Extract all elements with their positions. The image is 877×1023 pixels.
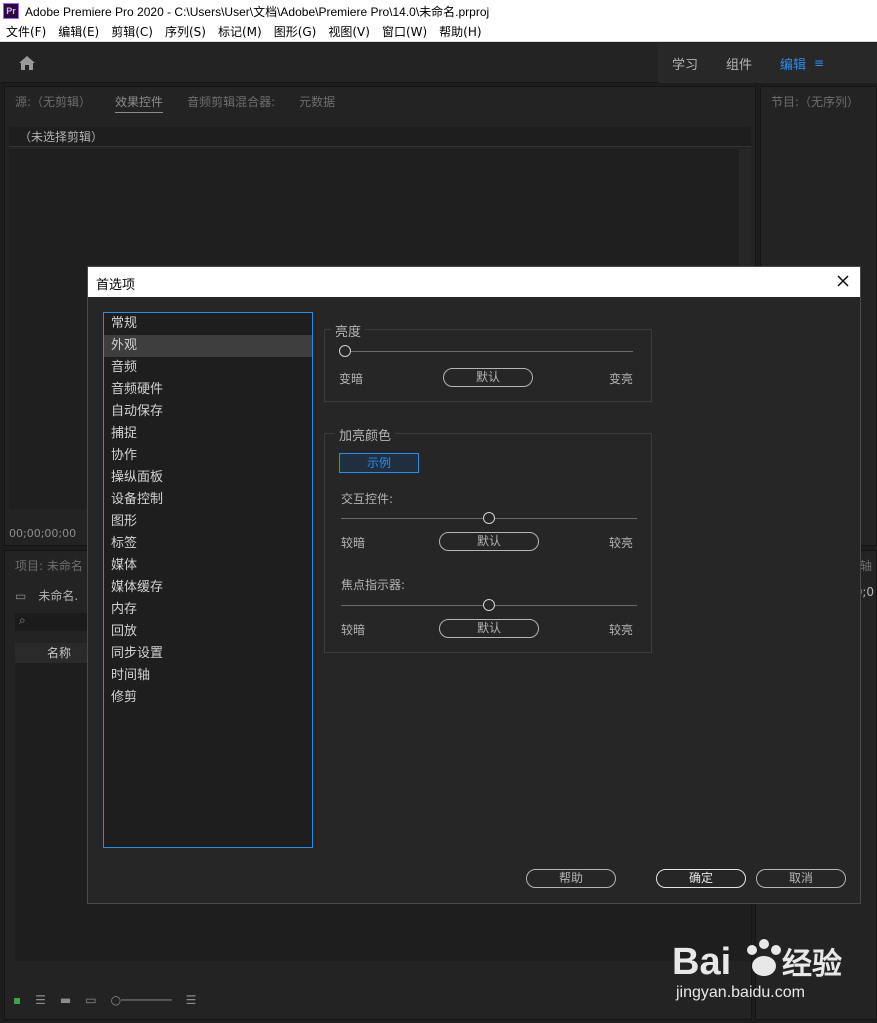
svg-text:经验: 经验 <box>782 947 842 981</box>
workspace-tab-learning[interactable]: 学习 <box>672 54 698 73</box>
focus-indicator-slider-knob[interactable] <box>483 599 495 611</box>
project-toolbar: ▪ ☰ ▬ ▭ ○─────── ☰ <box>13 991 749 1009</box>
dialog-titlebar: 首选项 <box>88 267 860 297</box>
dialog-title: 首选项 <box>96 278 136 293</box>
category-list: 常规 外观 音频 音频硬件 自动保存 捕捉 协作 操纵面板 设备控制 图形 标签… <box>103 312 313 848</box>
focus-light-label: 较亮 <box>609 623 634 637</box>
brightness-label: 亮度 <box>331 321 366 340</box>
category-memory[interactable]: 内存 <box>104 599 312 621</box>
workspace-tabs: 学习 组件 编辑 ≡ <box>658 43 877 83</box>
column-header-name[interactable]: 名称 <box>15 643 95 663</box>
project-name-row: ▭ 未命名. <box>15 587 78 604</box>
tab-metadata[interactable]: 元数据 <box>299 93 335 113</box>
home-icon[interactable] <box>18 55 36 71</box>
menu-bar: 文件(F) 编辑(E) 剪辑(C) 序列(S) 标记(M) 图形(G) 视图(V… <box>0 22 877 42</box>
menu-help[interactable]: 帮助(H) <box>433 23 487 40</box>
brightness-slider-knob[interactable] <box>339 345 351 357</box>
category-audio[interactable]: 音频 <box>104 357 312 379</box>
category-trim[interactable]: 修剪 <box>104 687 312 709</box>
preferences-dialog: 首选项 常规 外观 音频 音频硬件 自动保存 捕捉 协作 操纵面板 设备控制 图… <box>87 266 861 904</box>
brightness-dark-label: 变暗 <box>339 372 364 386</box>
window-title: Adobe Premiere Pro 2020 - C:\Users\User\… <box>25 4 490 19</box>
workspace-tab-editing[interactable]: 编辑 <box>780 54 806 73</box>
highlight-color-label: 加亮颜色 <box>335 425 396 444</box>
ok-button[interactable]: 确定 <box>656 869 746 888</box>
workspace-menu-icon[interactable]: ≡ <box>814 56 824 70</box>
category-auto-save[interactable]: 自动保存 <box>104 401 312 423</box>
window-titlebar: Pr Adobe Premiere Pro 2020 - C:\Users\Us… <box>0 0 877 22</box>
tab-program[interactable]: 节目:（无序列） <box>771 93 859 110</box>
category-sync-settings[interactable]: 同步设置 <box>104 643 312 665</box>
category-graphics[interactable]: 图形 <box>104 511 312 533</box>
interactive-controls-slider-knob[interactable] <box>483 512 495 524</box>
lock-icon[interactable]: ▪ <box>13 993 21 1007</box>
menu-clip[interactable]: 剪辑(C) <box>105 23 159 40</box>
source-timecode: 00;00;00;00 <box>9 527 77 540</box>
brightness-slider-track[interactable] <box>341 351 633 352</box>
svg-text:Bai: Bai <box>672 941 731 983</box>
no-clip-selected-label: （未选择剪辑） <box>9 127 751 147</box>
project-search-input[interactable]: ⌕ <box>15 613 95 631</box>
premiere-app-icon: Pr <box>3 3 19 19</box>
tab-project[interactable]: 项目: 未命名 <box>15 557 83 574</box>
folder-icon: ▭ <box>15 588 27 603</box>
menu-view[interactable]: 视图(V) <box>322 23 376 40</box>
focus-dark-label: 较暗 <box>341 623 366 637</box>
category-appearance[interactable]: 外观 <box>104 335 312 357</box>
menu-file[interactable]: 文件(F) <box>0 23 52 40</box>
brightness-default-button[interactable]: 默认 <box>443 368 533 387</box>
category-device-control[interactable]: 设备控制 <box>104 489 312 511</box>
menu-graphics[interactable]: 图形(G) <box>268 23 323 40</box>
focus-indicator-label: 焦点指示器: <box>341 578 406 592</box>
focus-default-button[interactable]: 默认 <box>439 619 539 638</box>
category-labels[interactable]: 标签 <box>104 533 312 555</box>
menu-edit[interactable]: 编辑(E) <box>52 23 105 40</box>
category-control-surface[interactable]: 操纵面板 <box>104 467 312 489</box>
close-icon[interactable] <box>834 272 852 290</box>
category-timeline[interactable]: 时间轴 <box>104 665 312 687</box>
list-view-icon[interactable]: ☰ <box>35 993 46 1007</box>
category-capture[interactable]: 捕捉 <box>104 423 312 445</box>
category-collaboration[interactable]: 协作 <box>104 445 312 467</box>
cancel-button[interactable]: 取消 <box>756 869 846 888</box>
tab-audio-clip-mixer[interactable]: 音频剪辑混合器: <box>187 93 275 113</box>
search-icon: ⌕ <box>19 613 26 627</box>
category-media-cache[interactable]: 媒体缓存 <box>104 577 312 599</box>
highlight-color-group: 加亮颜色 示例 交互控件: 较暗 默认 较亮 焦点指示器: 较暗 默认 较亮 <box>324 425 652 653</box>
interactive-dark-label: 较暗 <box>341 536 366 550</box>
category-media[interactable]: 媒体 <box>104 555 312 577</box>
sample-swatch[interactable]: 示例 <box>339 453 419 473</box>
menu-window[interactable]: 窗口(W) <box>376 23 433 40</box>
project-name: 未命名. <box>38 589 79 603</box>
category-audio-hardware[interactable]: 音频硬件 <box>104 379 312 401</box>
tab-source[interactable]: 源:（无剪辑） <box>15 93 91 113</box>
menu-sequence[interactable]: 序列(S) <box>159 23 212 40</box>
workspace-bar: 学习 组件 编辑 ≡ <box>0 43 877 83</box>
sort-icon[interactable]: ☰ <box>186 993 197 1007</box>
category-playback[interactable]: 回放 <box>104 621 312 643</box>
category-general[interactable]: 常规 <box>104 313 312 335</box>
source-panel-tabs: 源:（无剪辑） 效果控件 音频剪辑混合器: 元数据 <box>15 93 359 113</box>
program-panel-tabs: 节目:（无序列） <box>771 93 877 110</box>
freeform-view-icon[interactable]: ▭ <box>85 993 96 1007</box>
brightness-light-label: 变亮 <box>609 372 634 386</box>
interactive-controls-label: 交互控件: <box>341 492 394 506</box>
interactive-light-label: 较亮 <box>609 536 634 550</box>
menu-markers[interactable]: 标记(M) <box>212 23 268 40</box>
workspace-tab-assembly[interactable]: 组件 <box>726 54 752 73</box>
help-button[interactable]: 帮助 <box>526 869 616 888</box>
interactive-default-button[interactable]: 默认 <box>439 532 539 551</box>
brightness-group: 亮度 变暗 默认 变亮 <box>324 321 652 402</box>
zoom-slider-icon[interactable]: ○─────── <box>111 993 172 1007</box>
tab-effect-controls[interactable]: 效果控件 <box>115 93 164 113</box>
watermark-text: jingyan.baidu.com <box>676 984 805 1001</box>
icon-view-icon[interactable]: ▬ <box>60 993 71 1007</box>
